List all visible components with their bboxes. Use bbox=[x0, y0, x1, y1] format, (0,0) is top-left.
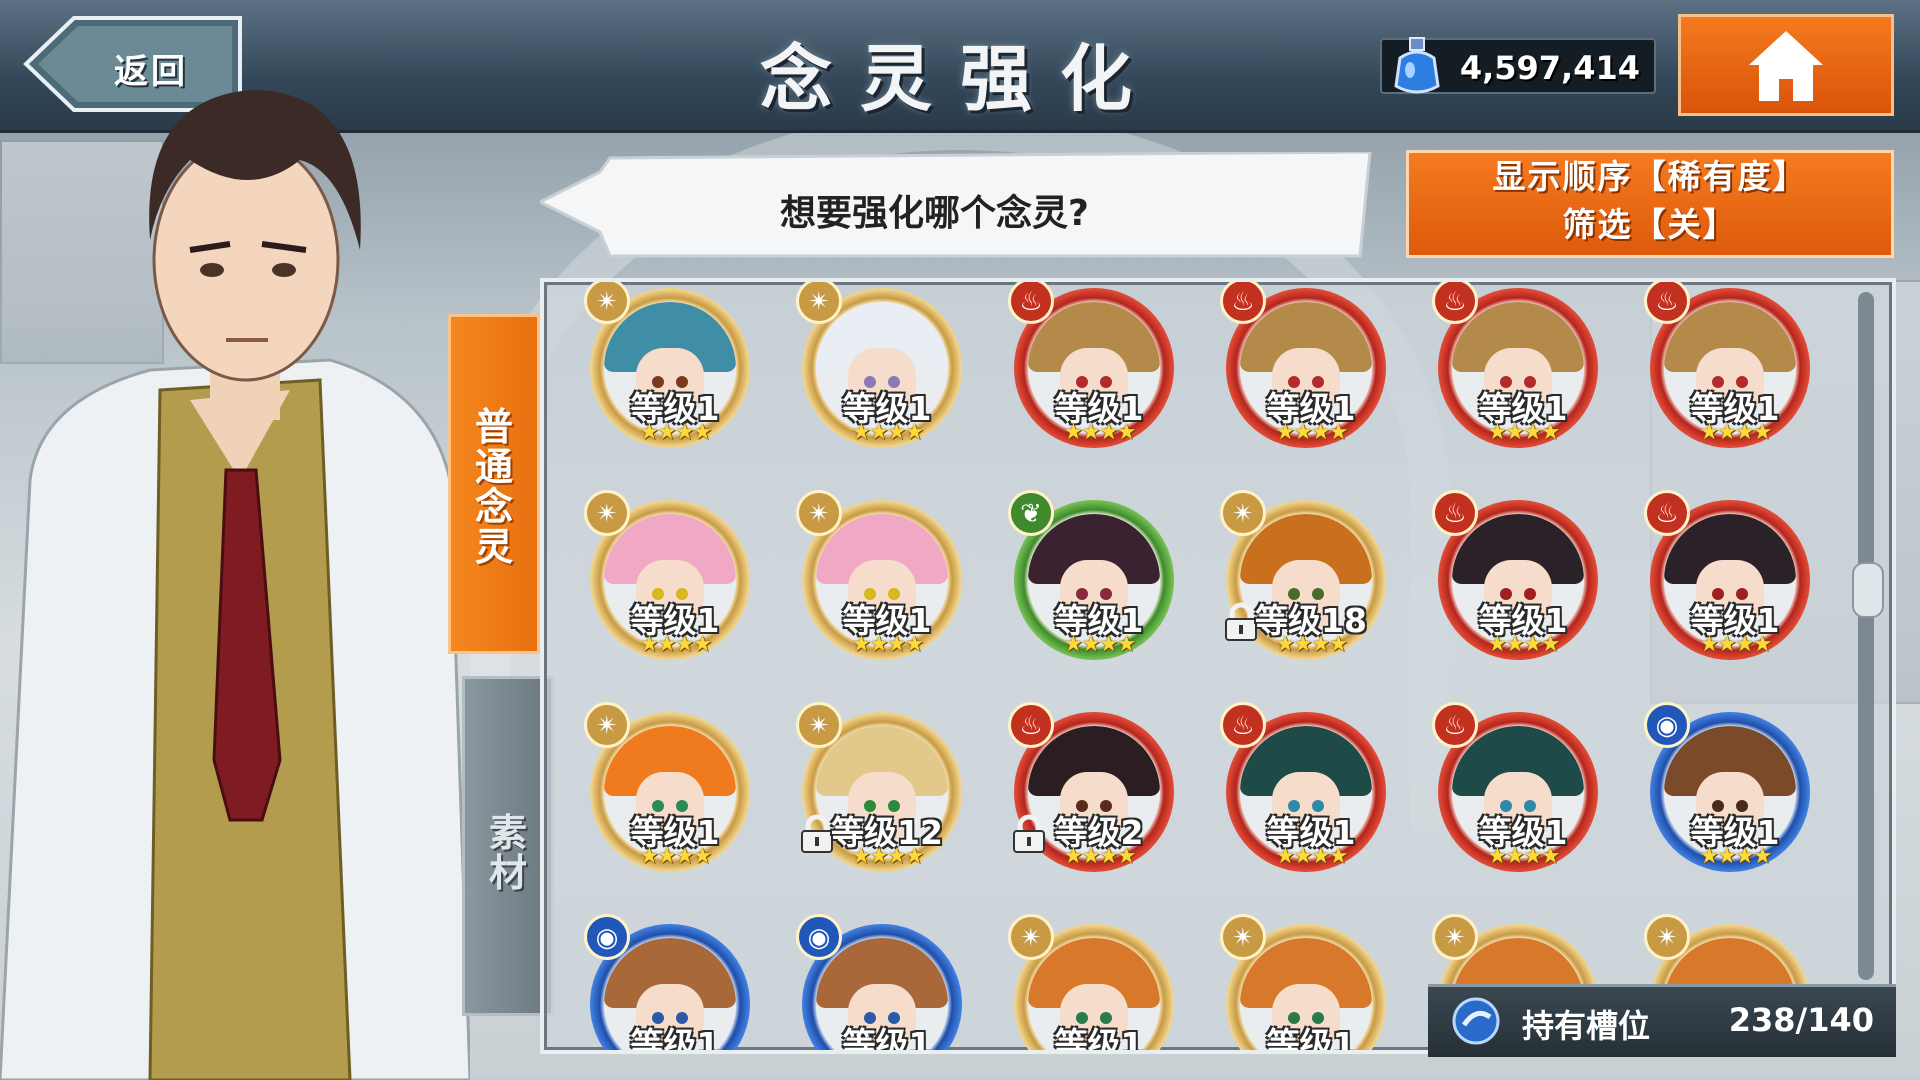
slot-label: 持有槽位 bbox=[1522, 1007, 1651, 1045]
spirit-card[interactable]: ♨ 等级1 ★★★★ bbox=[1218, 702, 1404, 898]
spirit-card[interactable]: ♨ 等级1 ★★★★ bbox=[1006, 282, 1192, 474]
fire-element-icon: ♨ bbox=[1644, 490, 1690, 536]
spirit-card[interactable]: ♨ 等级2 ★★★★ bbox=[1006, 702, 1192, 898]
light-element-icon: ✴ bbox=[1008, 914, 1054, 960]
rarity-stars: ★★★★ bbox=[1275, 844, 1349, 869]
spirit-card[interactable]: ♨ 等级1 ★★★★ bbox=[1218, 282, 1404, 474]
spirit-card[interactable]: ✴ 等级1 ★★★★ bbox=[582, 282, 768, 474]
grid-scrollbar[interactable] bbox=[1852, 292, 1884, 980]
spirit-card[interactable]: ✴ 等级1 ★★★★ bbox=[794, 490, 980, 686]
spirit-card[interactable]: ✴ 等级12 ★★★★ bbox=[794, 702, 980, 898]
sort-order-label: 显示顺序【稀有度】 bbox=[1492, 157, 1808, 196]
scientist-character bbox=[0, 90, 470, 1080]
spirit-level: 等级1 bbox=[842, 1025, 932, 1054]
spirit-level: 等级1 bbox=[1266, 1025, 1356, 1054]
water-element-icon: ◉ bbox=[1644, 702, 1690, 748]
rarity-stars: ★★★★ bbox=[851, 844, 925, 869]
rarity-stars: ★★★★ bbox=[1699, 420, 1773, 445]
rarity-stars: ★★★★ bbox=[1487, 420, 1561, 445]
tab-normal-label: 普通念灵 bbox=[474, 405, 513, 569]
slot-orb-icon bbox=[1452, 997, 1500, 1045]
slot-count: 238/140 bbox=[1728, 1001, 1874, 1039]
rarity-stars: ★★★★ bbox=[851, 632, 925, 657]
fire-element-icon: ♨ bbox=[1644, 282, 1690, 324]
rarity-stars: ★★★★ bbox=[639, 844, 713, 869]
rarity-stars: ★★★★ bbox=[639, 420, 713, 445]
spirit-card[interactable]: ✴ 等级18 ★★★★ bbox=[1218, 490, 1404, 686]
fire-element-icon: ♨ bbox=[1220, 282, 1266, 324]
rarity-stars: ★★★★ bbox=[851, 420, 925, 445]
light-element-icon: ✴ bbox=[796, 282, 842, 324]
rarity-stars: ★★★★ bbox=[1487, 632, 1561, 657]
spirit-card[interactable]: ❦ 等级1 ★★★★ bbox=[1006, 490, 1192, 686]
filter-label: 筛选【关】 bbox=[1562, 205, 1738, 244]
sort-filter-button[interactable]: 显示顺序【稀有度】 筛选【关】 bbox=[1406, 150, 1894, 258]
fire-element-icon: ♨ bbox=[1008, 282, 1054, 324]
spirit-card[interactable]: ◉ 等级1 bbox=[794, 914, 980, 1054]
light-element-icon: ✴ bbox=[796, 702, 842, 748]
wind-element-icon: ❦ bbox=[1008, 490, 1054, 536]
spirit-card[interactable]: ♨ 等级1 ★★★★ bbox=[1430, 490, 1616, 686]
rarity-stars: ★★★★ bbox=[1699, 844, 1773, 869]
speech-bubble: 想要强化哪个念灵? bbox=[540, 152, 1378, 258]
fire-element-icon: ♨ bbox=[1220, 702, 1266, 748]
spirit-card[interactable]: ♨ 等级1 ★★★★ bbox=[1430, 282, 1616, 474]
slot-capacity-bar: 持有槽位 238/140 bbox=[1428, 984, 1896, 1057]
light-element-icon: ✴ bbox=[1644, 914, 1690, 960]
rarity-stars: ★★★★ bbox=[1275, 420, 1349, 445]
spirit-card[interactable]: ♨ 等级1 ★★★★ bbox=[1430, 702, 1616, 898]
tab-normal-spirits[interactable]: 普通念灵 bbox=[448, 314, 540, 654]
tab-material-label: 素材 bbox=[488, 811, 527, 895]
water-element-icon: ◉ bbox=[584, 914, 630, 960]
rarity-stars: ★★★★ bbox=[1063, 420, 1137, 445]
home-icon bbox=[1749, 31, 1823, 101]
light-element-icon: ✴ bbox=[584, 490, 630, 536]
spirit-card[interactable]: ◉ 等级1 ★★★★ bbox=[1642, 702, 1828, 898]
potion-icon bbox=[1394, 37, 1440, 94]
fire-element-icon: ♨ bbox=[1008, 702, 1054, 748]
light-element-icon: ✴ bbox=[584, 702, 630, 748]
spirit-card[interactable]: ✴ 等级1 ★★★★ bbox=[582, 702, 768, 898]
scrollbar-thumb[interactable] bbox=[1852, 562, 1884, 618]
spirit-grid-panel: ✴ 等级1 ★★★★ ✴ 等级1 ★★★★ ♨ 等级1 ★★★★ ♨ 等级1 ★★★★ ♨ 等级1 ★★★★… bbox=[540, 278, 1896, 1054]
rarity-stars: ★★★★ bbox=[1063, 844, 1137, 869]
light-element-icon: ✴ bbox=[1432, 914, 1478, 960]
fire-element-icon: ♨ bbox=[1432, 282, 1478, 324]
light-element-icon: ✴ bbox=[584, 282, 630, 324]
light-element-icon: ✴ bbox=[1220, 914, 1266, 960]
spirit-level: 等级1 bbox=[1054, 1025, 1144, 1054]
rarity-stars: ★★★★ bbox=[1275, 632, 1349, 657]
fire-element-icon: ♨ bbox=[1432, 490, 1478, 536]
spirit-card[interactable]: ♨ 等级1 ★★★★ bbox=[1642, 282, 1828, 474]
home-button[interactable] bbox=[1678, 14, 1894, 116]
fire-element-icon: ♨ bbox=[1432, 702, 1478, 748]
light-element-icon: ✴ bbox=[796, 490, 842, 536]
spirit-card[interactable]: ✴ 等级1 bbox=[1218, 914, 1404, 1054]
currency-amount: 4,597,414 bbox=[1459, 49, 1640, 87]
spirit-card[interactable]: ♨ 等级1 ★★★★ bbox=[1642, 490, 1828, 686]
spirit-level: 等级1 bbox=[630, 1025, 720, 1054]
prompt-text: 想要强化哪个念灵? bbox=[780, 193, 1089, 234]
rarity-stars: ★★★★ bbox=[639, 632, 713, 657]
currency-display: 4,597,414 bbox=[1380, 37, 1656, 94]
spirit-card[interactable]: ✴ 等级1 bbox=[1006, 914, 1192, 1054]
page-title: 念灵强化 bbox=[759, 37, 1160, 121]
spirit-card[interactable]: ✴ 等级1 ★★★★ bbox=[582, 490, 768, 686]
rarity-stars: ★★★★ bbox=[1063, 632, 1137, 657]
spirit-card[interactable]: ◉ 等级1 bbox=[582, 914, 768, 1054]
rarity-stars: ★★★★ bbox=[1487, 844, 1561, 869]
water-element-icon: ◉ bbox=[796, 914, 842, 960]
light-element-icon: ✴ bbox=[1220, 490, 1266, 536]
rarity-stars: ★★★★ bbox=[1699, 632, 1773, 657]
spirit-card[interactable]: ✴ 等级1 ★★★★ bbox=[794, 282, 980, 474]
